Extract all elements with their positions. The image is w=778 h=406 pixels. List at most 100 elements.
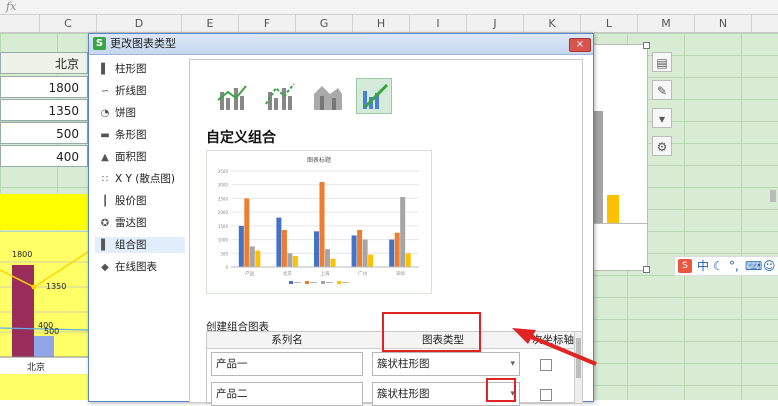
sidebar-item-area[interactable]: ▲ 面积图 — [95, 149, 185, 165]
column-header-l[interactable]: L — [581, 15, 638, 32]
preview-bar — [281, 229, 287, 267]
column-header-f[interactable]: F — [239, 15, 296, 32]
value-cell-text: 1350 — [48, 104, 79, 118]
chart-filter-icon[interactable]: ▾ — [652, 108, 672, 128]
chart-resize-handle[interactable] — [643, 42, 650, 49]
online-chart-icon: ◆ — [101, 261, 109, 273]
sidebar-item-online[interactable]: ◆ 在线图表 — [95, 259, 185, 275]
mini-label: 500 — [44, 327, 60, 336]
line-chart-icon: ∽ — [100, 85, 110, 97]
chart-type-value: 簇状柱形图 — [377, 388, 430, 400]
formula-bar: fx — [0, 0, 778, 15]
preview-legend-swatch — [305, 281, 309, 284]
preview-bar — [351, 235, 357, 267]
column-header-g[interactable]: G — [296, 15, 353, 32]
sheet-scroll-thumb[interactable] — [770, 190, 776, 202]
sidebar-item-line[interactable]: ∽ 折线图 — [95, 83, 185, 99]
preview-bar — [255, 250, 261, 267]
preview-category-label: 上海 — [321, 270, 330, 277]
subtype-column-line-secondary-icon[interactable] — [262, 78, 298, 114]
preview-ytick-label: 1000 — [218, 238, 229, 243]
stock-chart-icon: ┃ — [101, 195, 109, 207]
preview-category-label: 深圳 — [396, 270, 405, 277]
mini-bar — [34, 336, 54, 357]
column-header-m[interactable]: M — [638, 15, 695, 32]
subtype-clustered-column-line-icon[interactable] — [214, 78, 250, 114]
preview-legend-swatch — [337, 281, 341, 284]
moon-icon[interactable]: ☾ — [713, 257, 724, 275]
chart-type-select[interactable]: 簇状柱形图 ▾ — [372, 352, 520, 376]
preview-ytick-label: 2500 — [218, 196, 229, 201]
sidebar-item-pie[interactable]: ◔ 饼图 — [95, 105, 185, 121]
combo-chart-icon: ▌ — [101, 239, 109, 251]
sidebar-item-stock[interactable]: ┃ 股价图 — [95, 193, 185, 209]
user-icon[interactable]: ☺ — [763, 257, 776, 275]
sidebar-item-label: 条形图 — [115, 129, 147, 141]
preview-ytick-label: 1500 — [218, 224, 229, 229]
sidebar-item-radar[interactable]: ✪ 雷达图 — [95, 215, 185, 231]
secondary-axis-checkbox[interactable] — [540, 389, 552, 401]
keyboard-icon[interactable]: ⌨ — [745, 257, 762, 275]
series-name-field[interactable]: 产品一 — [211, 352, 363, 376]
chart-settings-gear-icon[interactable]: ⚙ — [652, 136, 672, 156]
header-cell[interactable]: 北京 — [0, 52, 88, 74]
sidebar-item-horizontal-bar[interactable]: ▬ 条形图 — [95, 127, 185, 143]
mini-label: 1350 — [46, 282, 67, 291]
preview-bar — [292, 256, 298, 267]
ime-language[interactable]: 中 — [697, 257, 709, 275]
column-header-c[interactable]: C — [40, 15, 97, 32]
preview-bar — [362, 239, 368, 267]
preview-bar — [325, 249, 330, 267]
sidebar-item-bar[interactable]: ▌ 柱形图 — [95, 61, 185, 77]
column-header-d[interactable]: D — [97, 15, 182, 32]
chart-elements-icon[interactable]: ▤ — [652, 52, 672, 72]
mini-bar — [12, 265, 34, 357]
ime-toolbar[interactable]: S 中 ☾ °, ⌨ ☺ — [674, 256, 778, 276]
column-header-h[interactable]: H — [353, 15, 410, 32]
value-cell[interactable]: 500 — [0, 122, 88, 144]
sidebar-item-label: 在线图表 — [115, 261, 157, 273]
subtype-custom-combo-icon[interactable] — [356, 78, 392, 114]
column-header-n[interactable]: N — [695, 15, 752, 32]
close-button[interactable]: × — [569, 38, 591, 52]
wps-logo-icon: S — [93, 37, 106, 50]
column-header-i[interactable]: I — [410, 15, 467, 32]
dialog-titlebar[interactable]: S 更改图表类型 × — [89, 34, 593, 55]
pie-chart-icon: ◔ — [100, 107, 110, 119]
chart-resize-handle[interactable] — [643, 266, 650, 273]
column-header-k[interactable]: K — [524, 15, 581, 32]
fx-icon[interactable]: fx — [6, 0, 30, 14]
sidebar-item-label: 雷达图 — [115, 217, 147, 229]
punctuation-icon[interactable]: °, — [729, 257, 739, 275]
preview-category-label: 产品 — [245, 270, 254, 277]
mini-label: 1800 — [12, 250, 33, 259]
subtype-area-column-icon[interactable] — [310, 78, 346, 114]
sidebar-item-label: 饼图 — [115, 107, 136, 119]
preview-ytick-label: 3000 — [218, 183, 229, 188]
custom-combo-title: 自定义组合 — [206, 130, 276, 146]
value-cell[interactable]: 400 — [0, 145, 88, 167]
value-cell[interactable]: 1800 — [0, 76, 88, 98]
chart-bar — [607, 195, 619, 223]
mini-chart[interactable]: 1800 1350 400 500 北京 — [0, 232, 89, 400]
column-header-bar: C D E F G H I J K L M N — [0, 15, 778, 33]
series-name-field[interactable]: 产品二 — [211, 382, 363, 406]
sheet-chart-partial[interactable] — [590, 44, 648, 271]
ime-logo-icon[interactable]: S — [678, 259, 692, 273]
bar-chart-icon: ▌ — [101, 63, 109, 75]
chart-type-sidebar: ▌ 柱形图 ∽ 折线图 ◔ 饼图 ▬ 条形图 ▲ 面积图 ∷ X Y (散点图) ┃ 股价图 … — [95, 59, 185, 399]
dialog-title: 更改图表类型 — [110, 37, 176, 50]
sidebar-item-scatter[interactable]: ∷ X Y (散点图) — [95, 171, 185, 187]
preview-chart-svg: 3500 3000 2500 2000 1500 1000 500 0 产品 北京 上海 广州 深圳 — [218, 169, 419, 284]
preview-bar — [405, 253, 411, 267]
preview-bar — [394, 232, 400, 267]
value-cell[interactable]: 1350 — [0, 99, 88, 121]
sheet-data-block: 北京 1800 1350 500 400 — [0, 52, 88, 168]
chart-style-brush-icon[interactable]: ✎ — [652, 80, 672, 100]
column-header-j[interactable]: J — [467, 15, 524, 32]
preview-legend-swatch — [321, 281, 325, 284]
sidebar-item-combo[interactable]: ▌ 组合图 — [95, 237, 185, 253]
column-header-e[interactable]: E — [182, 15, 239, 32]
scatter-chart-icon: ∷ — [101, 173, 109, 185]
preview-bar — [368, 254, 374, 267]
